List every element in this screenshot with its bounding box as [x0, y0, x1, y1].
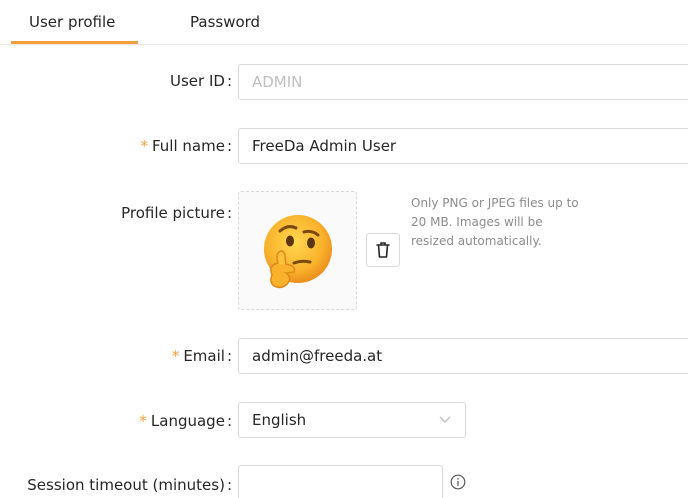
tab-password[interactable]: Password [190, 13, 260, 31]
required-mark: * [139, 412, 147, 430]
user-id-input: ADMIN [238, 64, 688, 100]
profile-picture-label: Profile picture: [121, 204, 232, 222]
language-select-value: English [252, 411, 307, 429]
session-timeout-input[interactable] [238, 465, 443, 498]
profile-picture-upload[interactable] [238, 191, 357, 310]
active-tab-indicator [11, 41, 138, 44]
session-timeout-label: Session timeout (minutes): [27, 476, 232, 494]
full-name-label: * Full name: [140, 137, 232, 155]
email-label: * Email: [171, 347, 232, 365]
delete-picture-button[interactable] [366, 233, 400, 267]
language-select[interactable]: English [238, 402, 466, 438]
thinking-face-emoji [264, 215, 332, 289]
user-id-label: User ID: [170, 72, 232, 90]
required-mark: * [171, 347, 180, 365]
email-input[interactable]: admin@freeda.at [238, 338, 688, 374]
chevron-down-icon [439, 416, 451, 423]
full-name-input[interactable]: FreeDa Admin User [238, 128, 688, 164]
tab-user-profile[interactable]: User profile [29, 13, 115, 31]
trash-icon [376, 242, 390, 258]
user-settings-panel: User profile Password User ID: ADMIN * Fu… [0, 0, 688, 498]
required-mark: * [140, 137, 148, 155]
language-label: * Language: [139, 412, 232, 430]
profile-picture-hint: Only PNG or JPEG files up to 20 MB. Imag… [411, 196, 579, 248]
tab-bar: User profile Password [0, 0, 688, 45]
info-icon[interactable] [450, 474, 466, 490]
